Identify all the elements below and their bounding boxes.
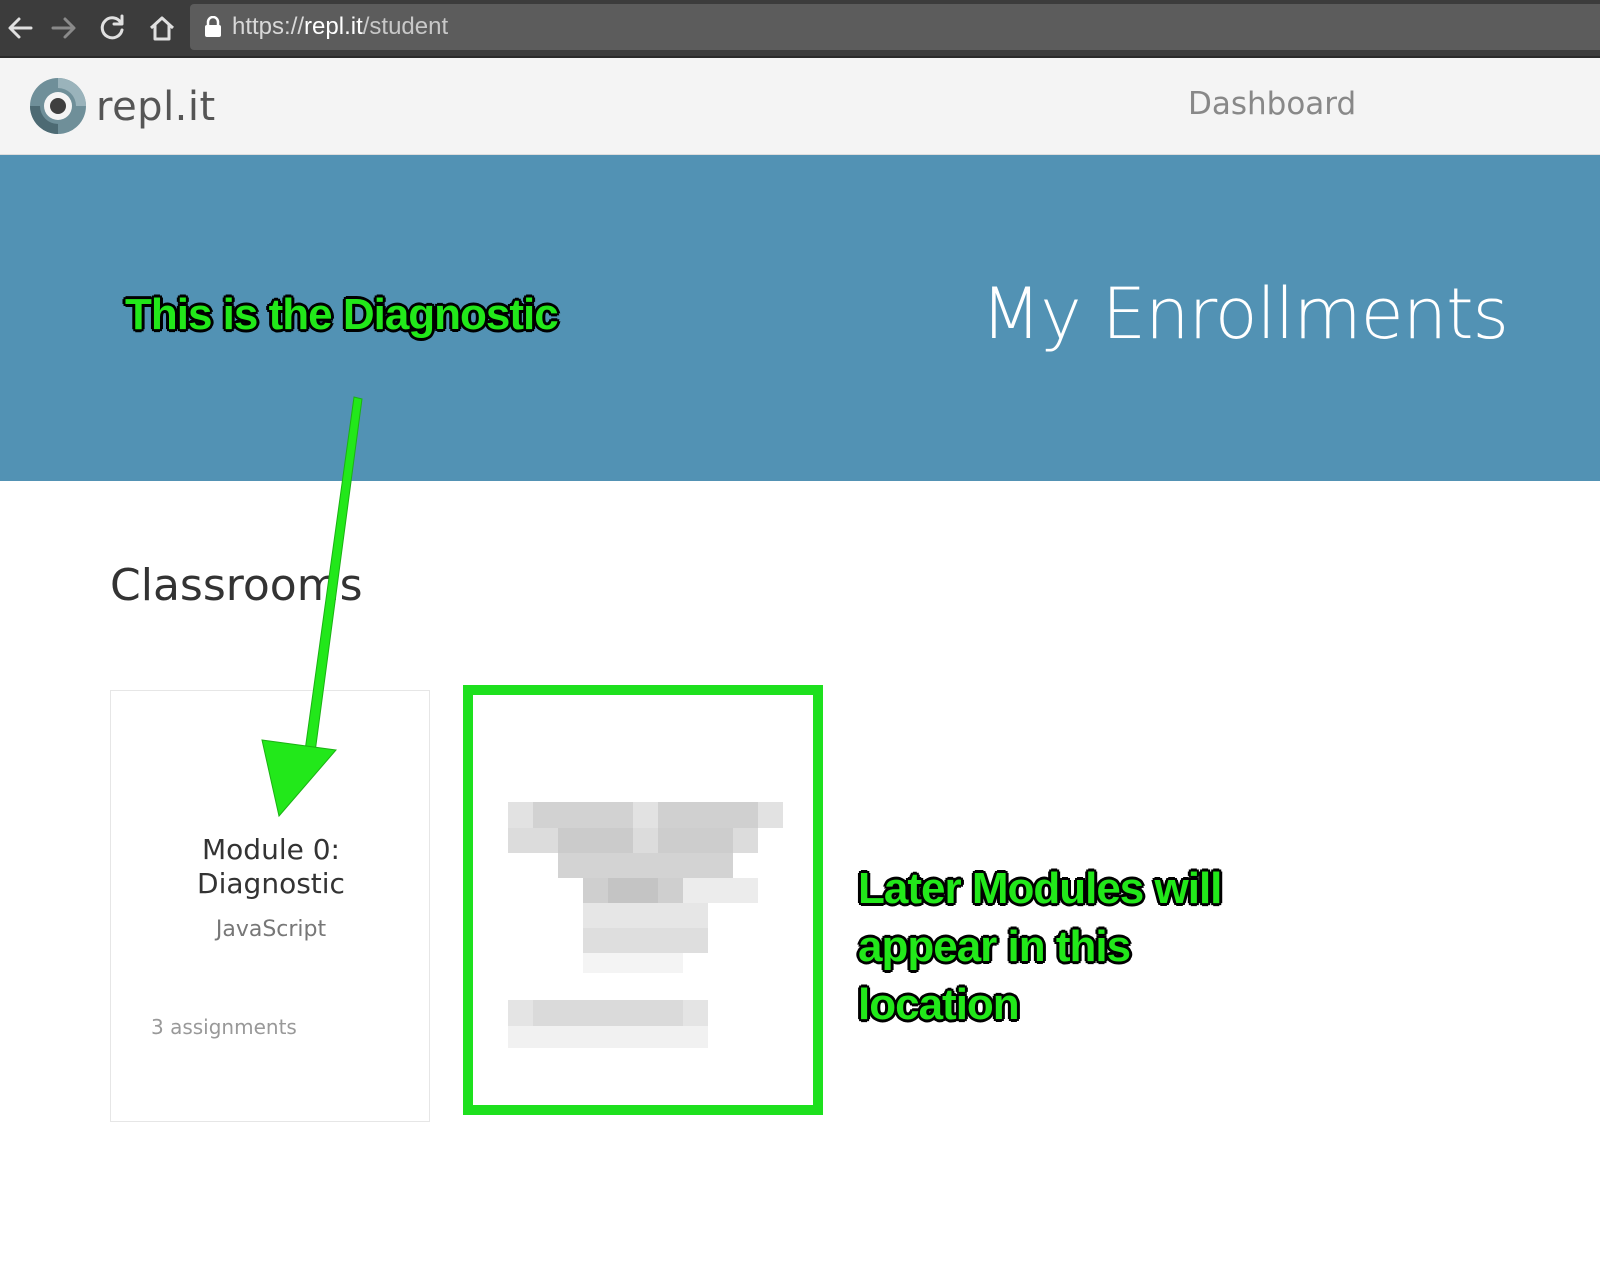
classroom-card[interactable]: Module 0: Diagnostic JavaScript 3 assign… bbox=[110, 690, 430, 1122]
future-module-placeholder bbox=[463, 685, 823, 1115]
address-bar[interactable]: https://repl.it/student bbox=[190, 4, 1600, 50]
home-button[interactable] bbox=[142, 8, 182, 48]
classroom-assignment-count: 3 assignments bbox=[151, 1015, 297, 1039]
logo-text[interactable]: repl.it bbox=[96, 84, 216, 130]
classroom-language: JavaScript bbox=[215, 917, 327, 942]
back-button[interactable] bbox=[0, 8, 40, 48]
url-text: https://repl.it/student bbox=[232, 13, 448, 41]
lock-icon bbox=[205, 16, 221, 37]
reload-button[interactable] bbox=[92, 8, 132, 48]
page-title: My Enrollments bbox=[980, 273, 1509, 355]
section-title: Classrooms bbox=[110, 560, 363, 611]
classroom-title: Module 0: Diagnostic bbox=[111, 833, 431, 901]
forward-arrow-icon bbox=[51, 17, 76, 39]
later-modules-annotation: Later Modules will appear in this locati… bbox=[858, 864, 1222, 1029]
site-header: repl.it Dashboard bbox=[0, 58, 1600, 155]
url-host: repl.it bbox=[304, 13, 363, 40]
url-scheme: https:// bbox=[232, 13, 305, 40]
home-icon bbox=[149, 16, 175, 41]
reload-icon bbox=[100, 14, 124, 40]
browser-toolbar: https://repl.it/student bbox=[0, 0, 1600, 58]
forward-button[interactable] bbox=[44, 8, 84, 48]
url-path: /student bbox=[362, 13, 449, 40]
repl-logo-icon[interactable] bbox=[26, 74, 90, 138]
dashboard-link[interactable]: Dashboard bbox=[1188, 86, 1356, 122]
classroom-title-line1: Module 0: bbox=[202, 833, 340, 866]
diagnostic-annotation: This is the Diagnostic bbox=[125, 290, 559, 339]
classroom-title-line2: Diagnostic bbox=[197, 867, 345, 900]
back-arrow-icon bbox=[8, 17, 33, 39]
